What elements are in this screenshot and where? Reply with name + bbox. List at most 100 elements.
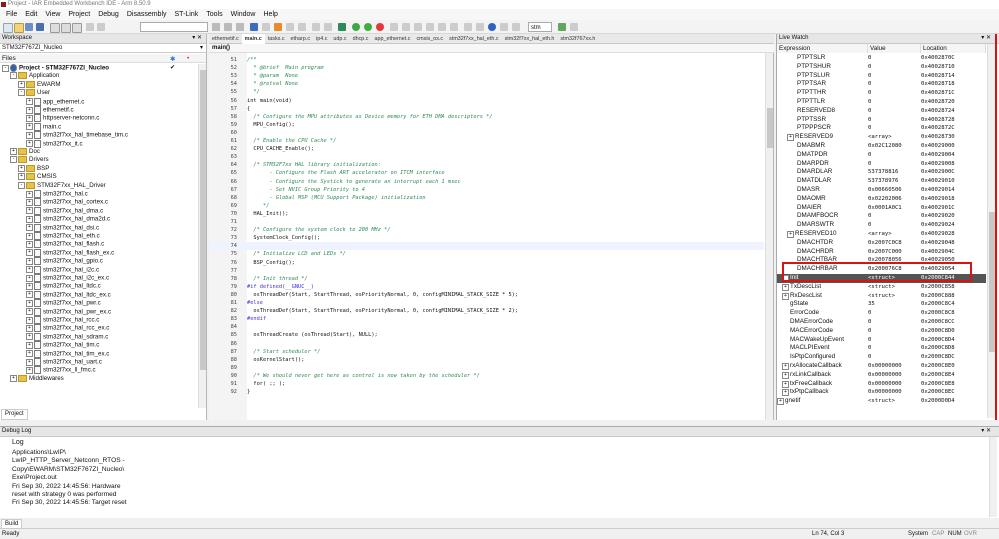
save-all-icon[interactable] — [36, 23, 44, 31]
expand-icon[interactable]: + — [26, 308, 33, 316]
target-field[interactable]: stm sum — [528, 22, 552, 41]
expand-icon[interactable]: + — [787, 134, 794, 142]
tree-item[interactable]: + stm32f7xx_hal_i2c.c — [26, 265, 99, 274]
tree-item[interactable]: + stm32f7xx_hal_dsi.c — [26, 223, 99, 232]
toggle-icon[interactable] — [476, 23, 484, 31]
copy-icon[interactable] — [61, 23, 71, 33]
expand-icon[interactable]: - — [18, 89, 25, 97]
tree-item[interactable]: - User — [18, 89, 50, 97]
options-icon[interactable] — [570, 23, 578, 31]
code-area[interactable]: 51/** 52 * @brief Main program 53 * @param… — [209, 56, 764, 418]
expand-icon[interactable]: + — [787, 231, 794, 238]
watch-row[interactable]: PTPTSSR 0 0x40028728 — [777, 116, 986, 125]
break-icon[interactable] — [390, 23, 398, 31]
expand-icon[interactable]: + — [782, 389, 789, 397]
tree-item[interactable]: + stm32f7xx_hal_rcc.c — [26, 316, 99, 324]
watch-row[interactable]: + rxAllocateCallback 0x00000000 0x2000C8E0 — [777, 362, 986, 371]
tree-item[interactable]: + stm32f7xx_hal_i2c_ex.c — [26, 274, 109, 282]
tab-etharp-c[interactable]: etharp.c — [288, 34, 313, 44]
expand-icon[interactable]: + — [26, 240, 33, 248]
tree-item[interactable]: + httpserver-netconn.c — [26, 114, 99, 123]
gear-icon[interactable]: ✱ — [170, 55, 175, 64]
expand-icon[interactable]: + — [26, 232, 33, 240]
expand-icon[interactable]: + — [26, 274, 33, 282]
tree-item[interactable]: + stm32f7xx_it.c — [26, 139, 83, 148]
menu-item-file[interactable]: File — [6, 11, 17, 18]
debug-no-download-icon[interactable] — [364, 23, 372, 31]
expand-icon[interactable]: + — [26, 257, 33, 265]
chip-icon[interactable] — [338, 23, 346, 31]
tree-item[interactable]: + stm32f7xx_hal_dma2d.c — [26, 215, 110, 224]
tree-item[interactable]: + CMSIS — [18, 173, 57, 181]
download-debug-icon[interactable] — [352, 23, 360, 31]
tab-main-c[interactable]: main.c — [241, 34, 265, 44]
tree-item[interactable]: + stm32f7xx_ll_fmc.c — [26, 366, 96, 375]
watch-row[interactable]: PTPTTHR 0 0x4002871C — [777, 89, 986, 98]
expand-icon[interactable]: + — [26, 350, 33, 358]
watch-row[interactable]: PTPTSLR 0 0x4002870C — [777, 54, 986, 63]
expand-icon[interactable]: + — [26, 198, 33, 206]
expand-icon[interactable]: + — [782, 363, 789, 370]
watch-row[interactable]: + TxDescList <struct> 0x2000C858 — [777, 283, 986, 292]
watch-row[interactable]: DMARDLAR 537378816 0x4002900C — [777, 168, 986, 177]
menu-item-tools[interactable]: Tools — [206, 11, 222, 18]
expand-icon[interactable]: + — [782, 283, 789, 291]
expand-icon[interactable]: + — [18, 164, 25, 172]
expand-icon[interactable]: + — [26, 366, 33, 374]
watch-row[interactable]: DMATPDR 0 0x40029004 — [777, 151, 986, 160]
expand-icon[interactable]: + — [26, 123, 33, 131]
tree-item[interactable]: + stm32f7xx_hal_ltdc.c — [26, 282, 101, 291]
find-icon[interactable] — [212, 23, 220, 31]
tree-item[interactable]: + stm32f7xx_hal_cortex.c — [26, 198, 108, 207]
step-into-icon[interactable] — [414, 23, 422, 31]
new-file-icon[interactable] — [3, 23, 13, 33]
step-over-icon[interactable] — [402, 23, 410, 31]
expand-icon[interactable]: + — [26, 266, 33, 274]
column-location[interactable]: Location — [921, 44, 986, 53]
tree-item[interactable]: + stm32f7xx_hal_eth.c — [26, 232, 100, 240]
tree-item[interactable]: + EWARM — [18, 80, 61, 89]
scrollbar-thumb[interactable] — [767, 108, 773, 148]
find-next-icon[interactable] — [224, 23, 232, 31]
find-prev-icon[interactable] — [236, 23, 244, 31]
watch-row[interactable]: + rxLinkCallback 0x00000000 0x2000C8E4 — [777, 371, 986, 380]
tree-item[interactable]: + stm32f7xx_hal_flash.c — [26, 240, 104, 249]
memory-icon[interactable] — [500, 23, 508, 31]
watch-row[interactable]: ErrorCode 0 0x2000C8C8 — [777, 309, 986, 318]
expand-icon[interactable]: + — [26, 207, 33, 215]
tab-stm32f7xx-hal-eth-h[interactable]: stm32f7xx_hal_eth.h — [502, 34, 558, 44]
expand-icon[interactable]: + — [26, 341, 33, 349]
reset-icon[interactable] — [464, 23, 472, 31]
watch-row[interactable]: IsPtpConfigured 0 0x2000C8DC — [777, 353, 986, 362]
forward-icon[interactable] — [286, 23, 294, 31]
column-expression[interactable]: Expression — [777, 44, 868, 53]
paste-icon[interactable] — [72, 23, 82, 33]
expand-icon[interactable]: + — [10, 374, 17, 382]
back-icon[interactable] — [298, 23, 306, 31]
tree-item[interactable]: + stm32f7xx_hal_flash_ex.c — [26, 248, 114, 257]
goto-icon[interactable] — [262, 23, 270, 31]
next-statement-icon[interactable] — [438, 23, 446, 31]
expand-icon[interactable]: + — [26, 224, 33, 232]
watch-row[interactable]: DMACHRDR 0x2007C000 0x4002904C — [777, 248, 986, 257]
watch-row[interactable]: MACWakeUpEvent 0 0x2000C8D4 — [777, 336, 986, 345]
tab-ethernetif-c[interactable]: ethernetif.c — [209, 34, 242, 44]
menu-item-disassembly[interactable]: Disassembly — [127, 11, 167, 18]
menu-item-view[interactable]: View — [45, 11, 60, 18]
watch-row[interactable]: + RESERVED10 <array> 0x40029028 — [777, 230, 986, 239]
expand-icon[interactable]: + — [26, 215, 33, 223]
make-icon[interactable] — [324, 23, 332, 31]
expand-icon[interactable]: + — [26, 114, 33, 122]
expand-icon[interactable]: + — [10, 148, 17, 155]
menu-item-window[interactable]: Window — [231, 11, 256, 18]
menu-item-stlink[interactable]: ST-Link — [175, 11, 199, 18]
expand-icon[interactable]: + — [26, 282, 33, 290]
watch-row[interactable]: DMARSWTR 0 0x40029024 — [777, 221, 986, 230]
editor-scrollbar[interactable] — [765, 53, 773, 420]
menu-item-help[interactable]: Help — [264, 11, 278, 18]
watch-row[interactable]: DMARPDR 0 0x40029008 — [777, 160, 986, 169]
tab-dhcp-c[interactable]: dhcp.c — [350, 34, 372, 44]
menu-item-edit[interactable]: Edit — [25, 11, 37, 18]
expand-icon[interactable]: + — [26, 131, 33, 139]
expand-icon[interactable]: + — [26, 140, 33, 148]
